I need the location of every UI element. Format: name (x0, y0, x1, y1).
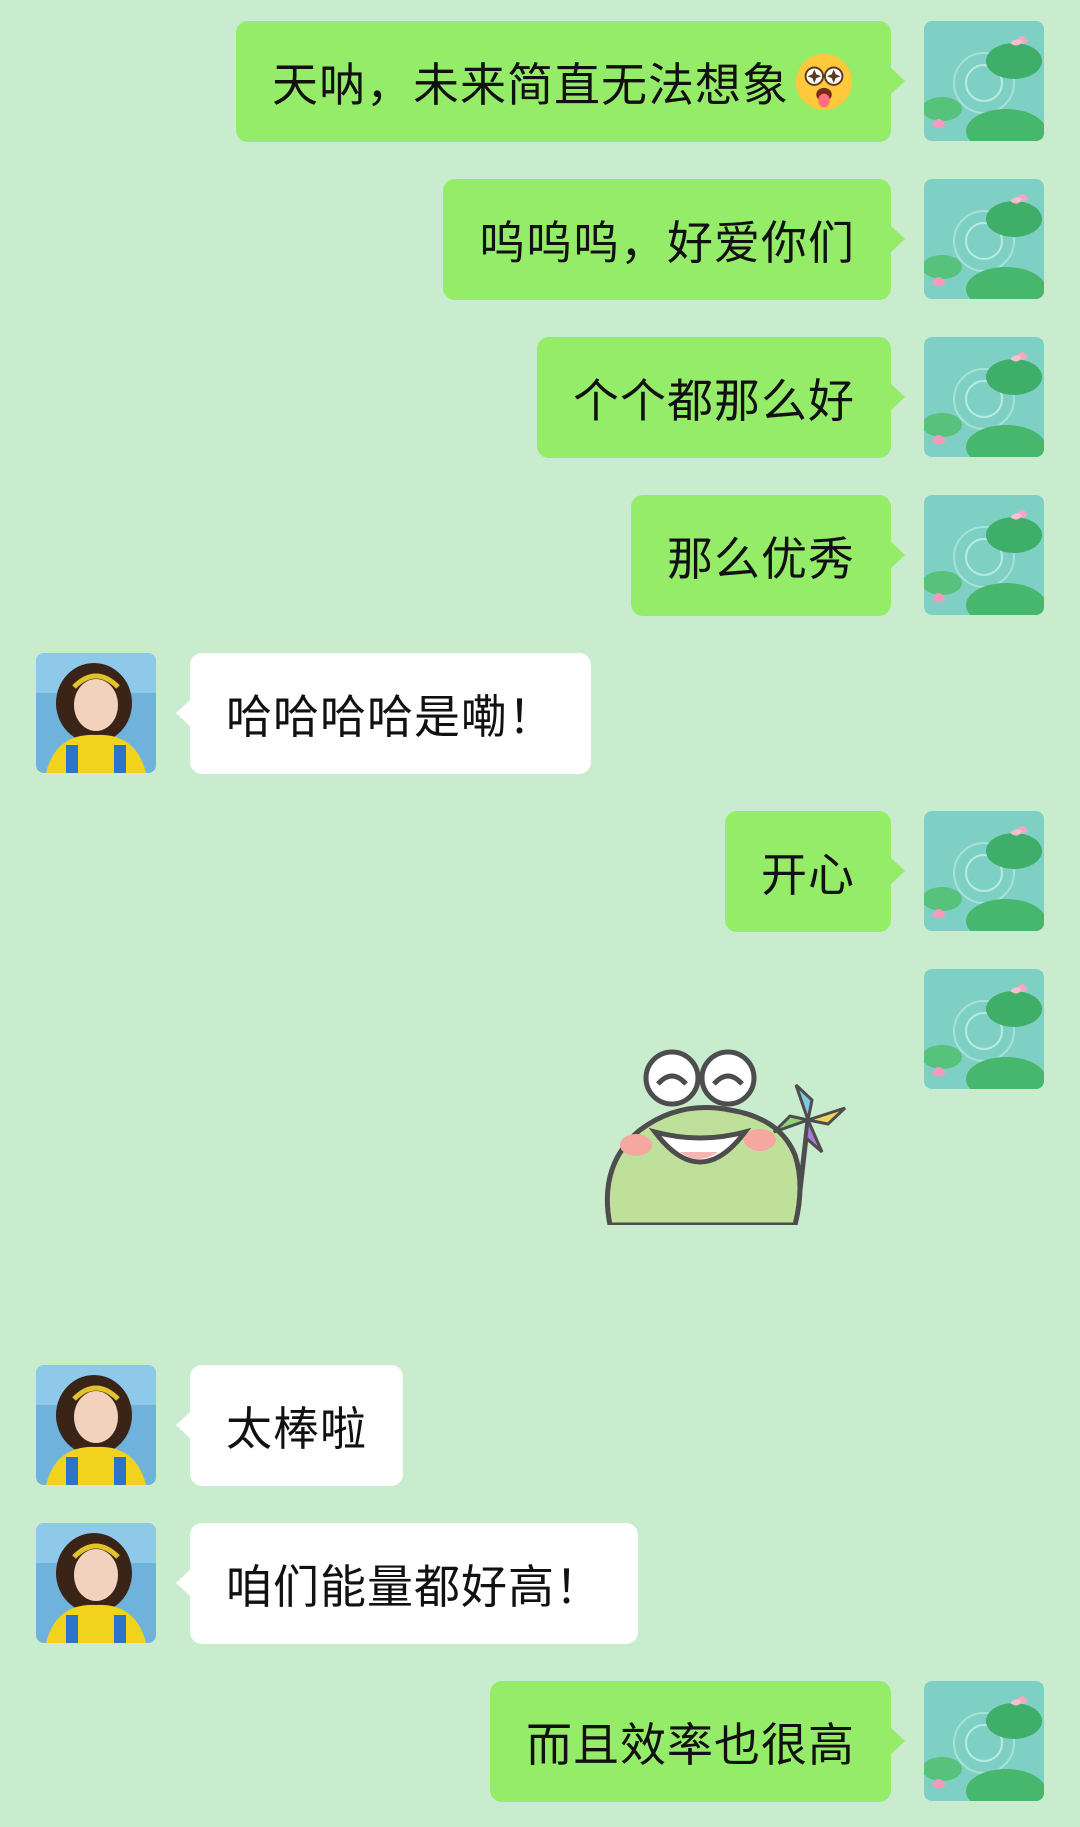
lotus-pond-icon (924, 1681, 1044, 1801)
message-bubble[interactable]: 咱们能量都好高！ (176, 1523, 638, 1644)
self-avatar[interactable] (924, 811, 1044, 931)
message-text: 天呐，未来简直无法想象 (272, 57, 789, 112)
chat-area: 天呐，未来简直无法想象 呜呜呜，好爱你们 个个都那么好 那么优秀 哈哈哈哈是嘞！… (0, 0, 1080, 1827)
girl-portrait-icon (36, 1523, 156, 1643)
lotus-pond-icon (924, 811, 1044, 931)
message-bubble[interactable]: 哈哈哈哈是嘞！ (176, 653, 591, 774)
girl-portrait-icon (36, 653, 156, 773)
message-bubble[interactable]: 呜呜呜，好爱你们 (443, 179, 905, 300)
contact-avatar[interactable] (36, 1365, 156, 1485)
contact-avatar[interactable] (36, 653, 156, 773)
message-text: 呜呜呜，好爱你们 (479, 215, 855, 270)
message-text: 而且效率也很高 (526, 1717, 855, 1772)
message-text: 哈哈哈哈是嘞！ (226, 689, 555, 744)
message-bubble[interactable]: 天呐，未来简直无法想象 (236, 21, 905, 142)
frog-pinwheel-sticker[interactable] (600, 1040, 870, 1225)
self-avatar[interactable] (924, 337, 1044, 457)
self-avatar[interactable] (924, 179, 1044, 299)
message-bubble[interactable]: 个个都那么好 (537, 337, 905, 458)
message-text: 开心 (761, 847, 855, 902)
message-bubble[interactable]: 开心 (725, 811, 905, 932)
message-text: 个个都那么好 (573, 373, 855, 428)
self-avatar[interactable] (924, 495, 1044, 615)
star-eyes-tongue-emoji (795, 53, 853, 110)
message-text: 太棒啦 (226, 1401, 367, 1456)
message-bubble[interactable]: 而且效率也很高 (490, 1681, 905, 1802)
contact-avatar[interactable] (36, 1523, 156, 1643)
lotus-pond-icon (924, 495, 1044, 615)
lotus-pond-icon (924, 179, 1044, 299)
message-text: 咱们能量都好高！ (226, 1559, 602, 1614)
lotus-pond-icon (924, 969, 1044, 1089)
self-avatar[interactable] (924, 21, 1044, 141)
girl-portrait-icon (36, 1365, 156, 1485)
message-text: 那么优秀 (667, 531, 855, 586)
lotus-pond-icon (924, 337, 1044, 457)
message-bubble[interactable]: 太棒啦 (176, 1365, 403, 1486)
message-bubble[interactable]: 那么优秀 (631, 495, 905, 616)
self-avatar[interactable] (924, 969, 1044, 1089)
lotus-pond-icon (924, 21, 1044, 141)
self-avatar[interactable] (924, 1681, 1044, 1801)
